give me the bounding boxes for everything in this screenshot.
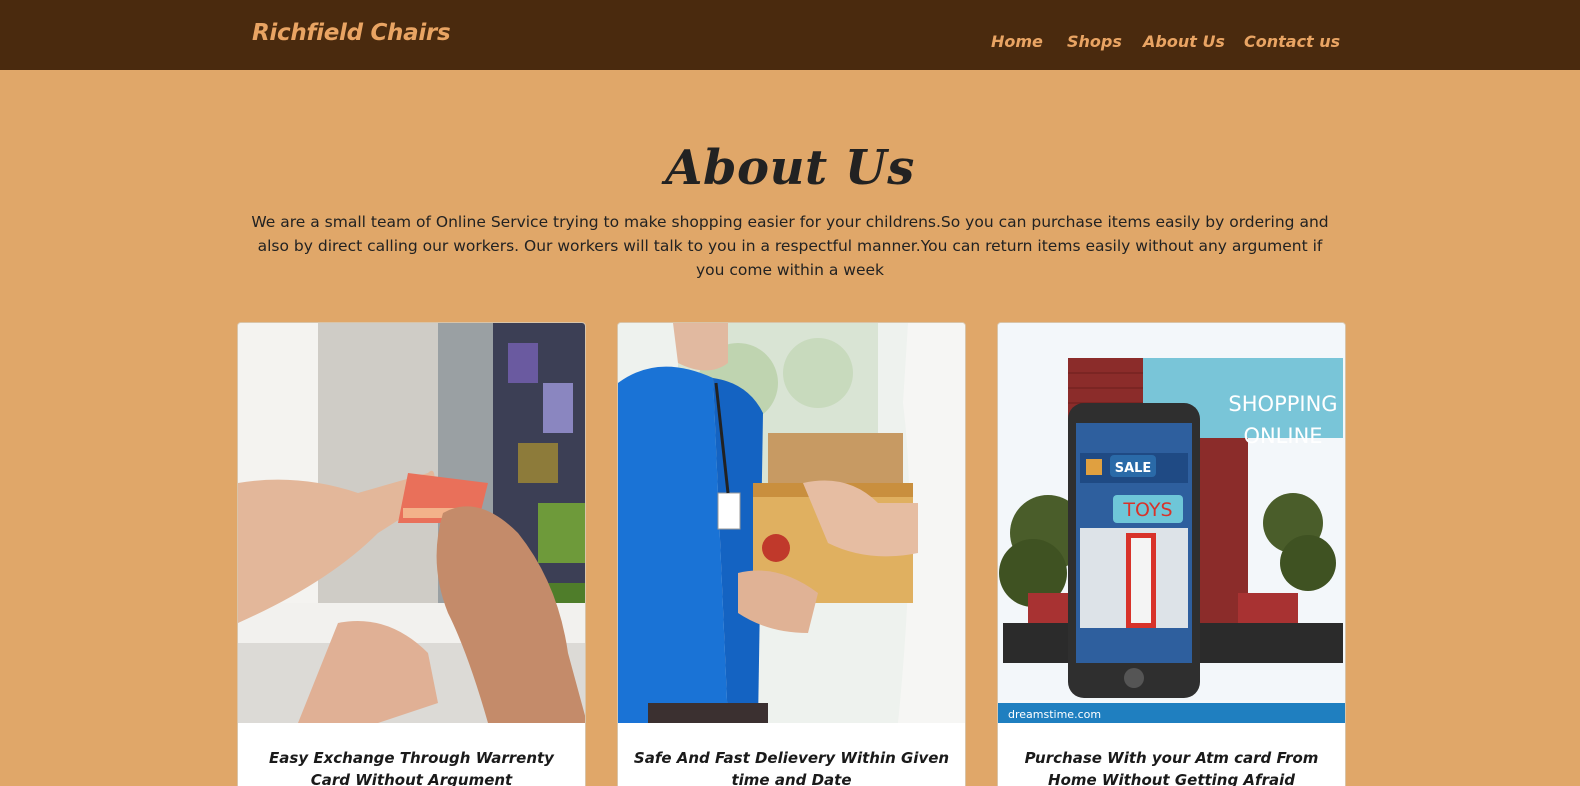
- page-title: About Us: [665, 140, 915, 196]
- banner-line1-text: SHOPPING: [1228, 392, 1337, 416]
- navbar: Richfield Chairs Home Shops About Us Con…: [0, 0, 1580, 70]
- nav-link-about-us[interactable]: About Us: [1143, 32, 1225, 51]
- banner-line2-text: ONLINE: [1243, 424, 1322, 448]
- nav-link-home[interactable]: Home: [991, 32, 1043, 51]
- card-title: Safe And Fast Delievery Within Given tim…: [633, 749, 950, 786]
- card-title: Easy Exchange Through Warrenty Card With…: [269, 749, 554, 786]
- nav-link-shops[interactable]: Shops: [1067, 32, 1122, 51]
- feature-card-delivery: Safe And Fast Delievery Within Given tim…: [617, 322, 966, 786]
- sale-text: SALE: [1115, 461, 1152, 476]
- card-delivery-photo: [618, 323, 965, 723]
- toys-text: TOYS: [1122, 499, 1172, 521]
- nav-links: Home Shops About Us Contact us: [0, 32, 1580, 56]
- feature-card-atm: SHOPPING ONLINE SALE TOYS dreamstime.com: [997, 322, 1346, 786]
- nav-link-contact-us[interactable]: Contact us: [1244, 32, 1340, 51]
- card-shopping-illustration: SHOPPING ONLINE SALE TOYS dreamstime.com: [998, 323, 1345, 723]
- card-payment-photo: [238, 323, 585, 723]
- card-title: Purchase With your Atm card From Home Wi…: [1024, 749, 1319, 786]
- about-description: We are a small team of Online Service tr…: [251, 213, 1329, 279]
- dreamstime-text: dreamstime.com: [1008, 708, 1101, 721]
- feature-card-exchange: Easy Exchange Through Warrenty Card With…: [237, 322, 586, 786]
